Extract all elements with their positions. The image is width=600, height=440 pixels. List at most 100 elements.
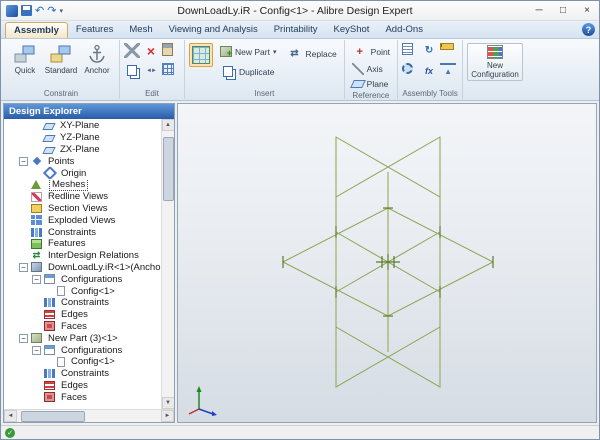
axis-button[interactable]: Axis [349, 62, 386, 76]
interdesign-icon [31, 250, 42, 261]
tree-item-faces[interactable]: Faces [4, 321, 161, 333]
cut-icon[interactable] [124, 43, 140, 58]
tree-item-label: Exploded Views [45, 214, 118, 226]
tree-item-new-part-3-1[interactable]: −New Part (3)<1> [4, 332, 161, 344]
part-icon [31, 333, 42, 343]
tree-expander-icon[interactable]: − [19, 263, 28, 272]
tree-item-downloadly-ir-1-anchored[interactable]: −DownLoadLy.iR<1>(Anchored) [4, 262, 161, 274]
mirror-icon[interactable] [143, 63, 159, 78]
tab-keyshot[interactable]: KeyShot [326, 22, 378, 38]
origin-icon [44, 168, 55, 179]
tree-item-meshes[interactable]: Meshes [4, 179, 161, 191]
tab-printability[interactable]: Printability [266, 22, 326, 38]
ribbon-tab-bar: AssemblyFeaturesMeshViewing and Analysis… [1, 21, 599, 39]
constraints-icon [31, 228, 42, 237]
tree-item-config-1[interactable]: Config<1> [4, 356, 161, 368]
edit-icon-grid [124, 41, 180, 88]
meshes-icon [31, 180, 41, 189]
point-button[interactable]: Point [349, 43, 393, 60]
tree-item-zx-plane[interactable]: ZX-Plane [4, 144, 161, 156]
app-icon[interactable] [6, 5, 18, 17]
insert-active-tool[interactable] [189, 43, 213, 67]
tree-expander-icon[interactable]: − [19, 157, 28, 166]
motion-icon[interactable] [421, 43, 437, 58]
replace-button[interactable]: Replace [283, 44, 339, 63]
pattern-icon[interactable] [162, 63, 174, 75]
tree-item-edges[interactable]: Edges [4, 380, 161, 392]
ribbon-group-constrain: Quick Standard Anchor [3, 40, 120, 99]
ribbon: Quick Standard Anchor [1, 39, 599, 101]
tree-item-xy-plane[interactable]: XY-Plane [4, 120, 161, 132]
save-icon[interactable] [21, 5, 32, 16]
scroll-right-icon[interactable]: ► [161, 410, 174, 422]
plane-icon [42, 135, 55, 142]
paste-icon[interactable] [162, 43, 173, 56]
tab-features[interactable]: Features [68, 22, 122, 38]
gear-icon[interactable] [402, 63, 413, 74]
tree-expander-icon[interactable]: − [32, 346, 41, 355]
exploded-icon [31, 215, 42, 225]
delete-icon[interactable] [143, 43, 159, 58]
scroll-down-icon[interactable]: ▼ [162, 397, 175, 409]
tab-add-ons[interactable]: Add-Ons [377, 22, 431, 38]
tree-item-faces[interactable]: Faces [4, 391, 161, 403]
bom-icon[interactable] [402, 43, 413, 55]
scroll-up-icon[interactable]: ▲ [162, 119, 175, 131]
maximize-button[interactable]: □ [551, 1, 575, 20]
duplicate-button[interactable]: Duplicate [217, 62, 279, 81]
quick-constraint-button[interactable]: Quick [7, 41, 43, 77]
vertical-scroll-thumb[interactable] [163, 137, 174, 201]
tree-item-constraints[interactable]: Constraints [4, 297, 161, 309]
tree-vertical-scrollbar[interactable]: ▲ ▼ [161, 119, 174, 409]
tree-horizontal-scrollbar[interactable]: ◄ ► [4, 409, 174, 422]
standard-constraint-button[interactable]: Standard [43, 41, 79, 77]
tree-item-edges[interactable]: Edges [4, 309, 161, 321]
faces-icon [44, 392, 55, 402]
scroll-left-icon[interactable]: ◄ [4, 410, 17, 422]
tab-mesh[interactable]: Mesh [121, 22, 160, 38]
tree-item-features[interactable]: Features [4, 238, 161, 250]
tree-item-points[interactable]: −Points [4, 155, 161, 167]
tree-item-label: Constraints [58, 368, 112, 380]
tree-item-origin[interactable]: Origin [4, 167, 161, 179]
tree-item-interdesign-relations[interactable]: InterDesign Relations [4, 250, 161, 262]
tree-expander-icon[interactable]: − [32, 275, 41, 284]
axis-icon [352, 63, 364, 75]
undo-icon[interactable]: ↶ [35, 5, 44, 17]
tree-item-label: Edges [58, 309, 91, 321]
plane-button[interactable]: Plane [349, 78, 392, 90]
new-part-button[interactable]: New Part [217, 44, 279, 59]
tab-viewing-and-analysis[interactable]: Viewing and Analysis [161, 22, 266, 38]
tree-item-constraints[interactable]: Constraints [4, 368, 161, 380]
copy-icon[interactable] [124, 63, 140, 78]
design-explorer-header: Design Explorer [4, 104, 174, 119]
tree-item-config-1[interactable]: Config<1> [4, 285, 161, 297]
minimize-button[interactable]: ─ [527, 1, 551, 20]
tree-expander-icon[interactable]: − [19, 334, 28, 343]
tab-assembly[interactable]: Assembly [5, 22, 68, 38]
edges-icon [44, 381, 55, 390]
3d-viewport[interactable] [177, 103, 597, 423]
tree-item-label: Edges [58, 380, 91, 392]
new-configuration-button[interactable]: New Configuration [467, 43, 523, 81]
tree-item-exploded-views[interactable]: Exploded Views [4, 214, 161, 226]
horizontal-scroll-thumb[interactable] [21, 411, 85, 422]
anchor-button[interactable]: Anchor [79, 41, 115, 77]
tree-item-redline-views[interactable]: Redline Views [4, 191, 161, 203]
close-button[interactable]: × [575, 1, 599, 20]
tree-item-configurations[interactable]: − Configurations [4, 344, 161, 356]
measure-icon[interactable] [440, 43, 454, 50]
scales-icon[interactable] [440, 63, 456, 78]
configs-icon [44, 274, 55, 284]
tree-item-constraints[interactable]: Constraints [4, 226, 161, 238]
new-part-dropdown-icon[interactable] [273, 46, 277, 57]
fx-icon[interactable] [421, 63, 437, 78]
help-button[interactable]: ? [582, 23, 595, 36]
tree-item-section-views[interactable]: Section Views [4, 203, 161, 215]
insert-grid-icon [192, 46, 210, 64]
tree-item-yz-plane[interactable]: YZ-Plane [4, 132, 161, 144]
tree-item-configurations[interactable]: −Configurations [4, 273, 161, 285]
duplicate-icon [220, 64, 236, 79]
redo-icon[interactable]: ↷ [47, 5, 56, 17]
tree-item-label: Configurations [58, 344, 125, 356]
